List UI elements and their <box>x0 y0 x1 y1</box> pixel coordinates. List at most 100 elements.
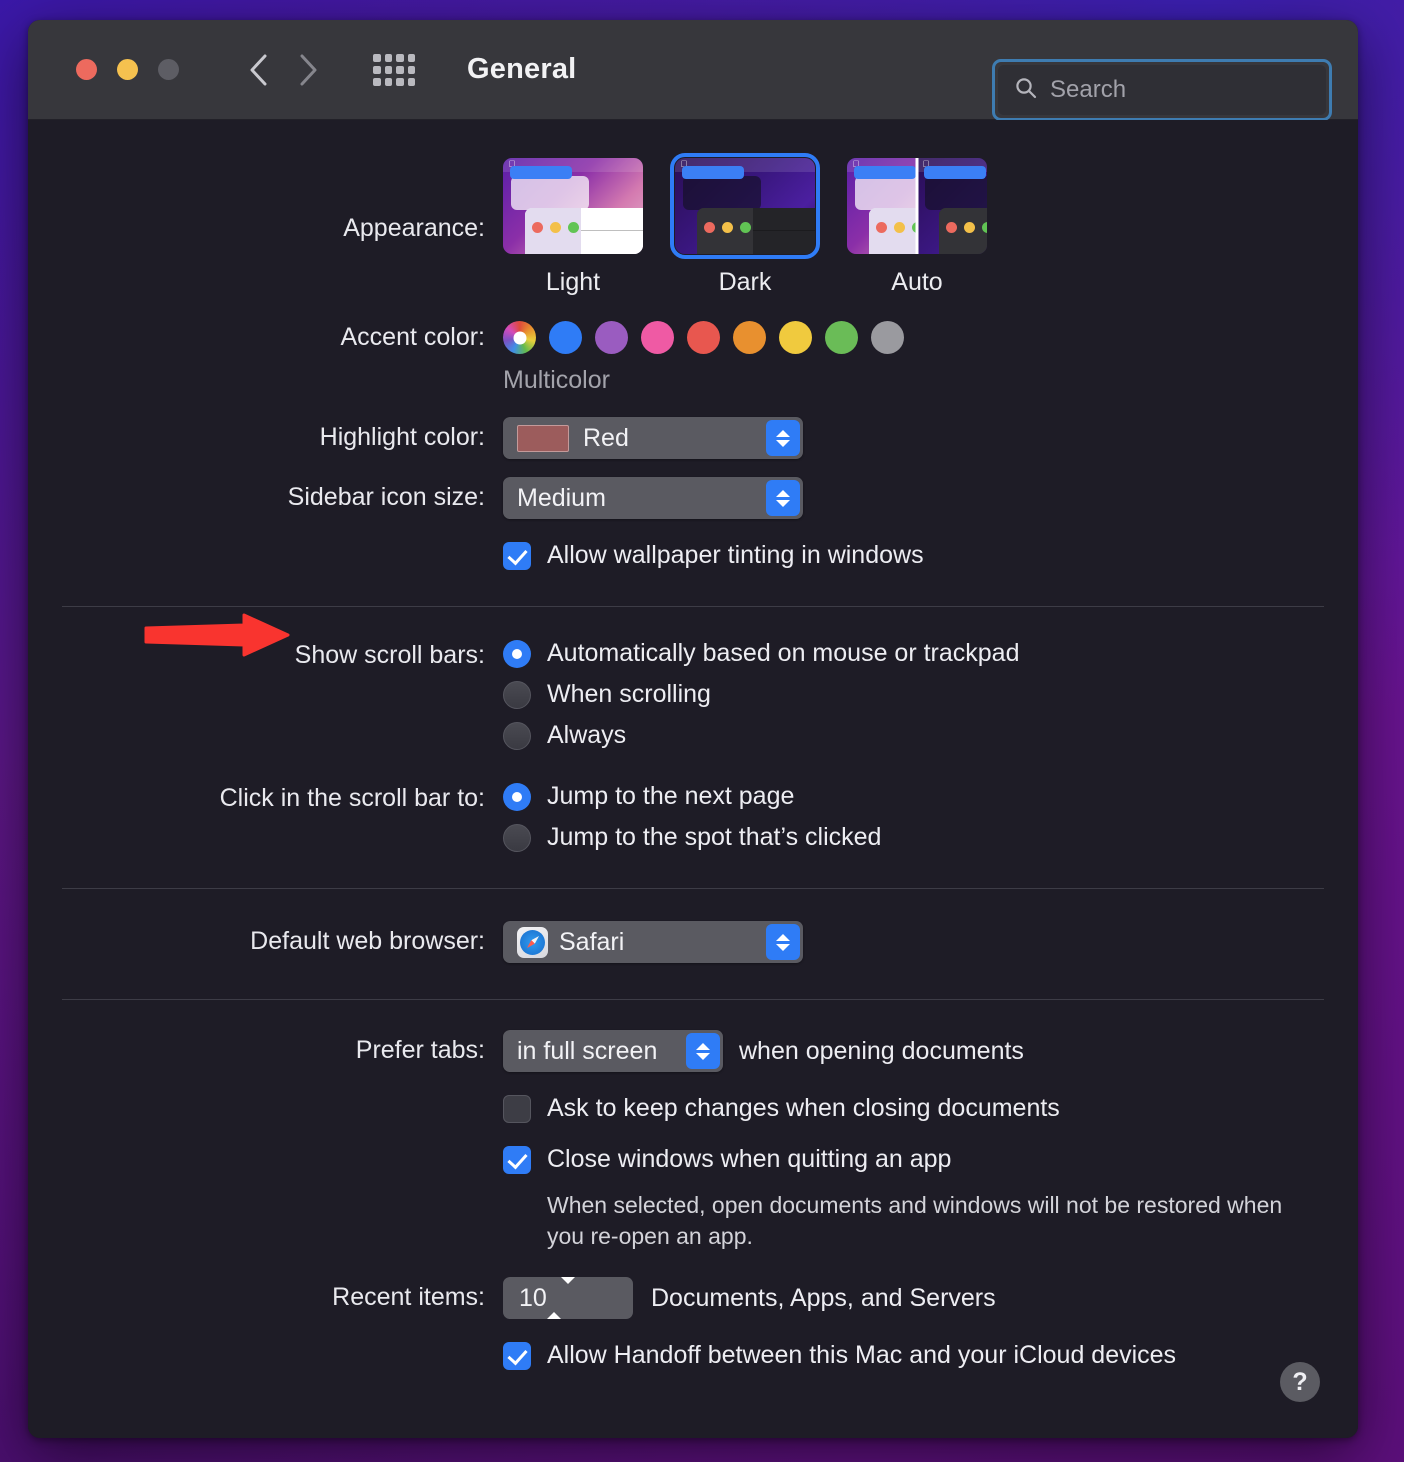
accent-swatch-green[interactable] <box>825 321 858 354</box>
handoff-checkbox[interactable] <box>503 1341 531 1370</box>
search-placeholder: Search <box>1050 76 1127 103</box>
page-title: General <box>467 53 577 85</box>
scroll-bars-option-always[interactable]: Always <box>503 721 1358 750</box>
highlight-color-popup[interactable]: Red <box>503 417 803 459</box>
handoff-row: Allow Handoff between this Mac and your … <box>28 1341 1358 1370</box>
highlight-color-swatch <box>517 424 569 452</box>
search-icon <box>1014 76 1038 105</box>
prefer-tabs-value: in full screen <box>517 1036 658 1065</box>
click-scroll-radio-spot-clicked[interactable] <box>503 823 531 852</box>
click-scroll-bar-row: Click in the scroll bar to: Jump to the … <box>28 782 1358 852</box>
accent-color-swatches <box>503 321 1358 354</box>
wallpaper-tinting-option[interactable]: Allow wallpaper tinting in windows <box>503 541 1358 570</box>
appearance-option-dark[interactable]:  Dark <box>670 153 820 297</box>
close-windows-label: Close windows when quitting an app <box>547 1145 952 1173</box>
appearance-label-dark: Dark <box>718 268 772 296</box>
sidebar-icon-size-popup[interactable]: Medium <box>503 477 803 519</box>
accent-swatch-yellow[interactable] <box>779 321 812 354</box>
search-field[interactable]: Search <box>992 59 1332 121</box>
default-browser-label: Default web browser: <box>250 927 485 955</box>
click-scroll-option-spot-clicked[interactable]: Jump to the spot that’s clicked <box>503 823 1358 852</box>
close-windows-description: When selected, open documents and window… <box>547 1192 1283 1249</box>
chevron-updown-icon[interactable] <box>546 1276 575 1319</box>
prefer-tabs-row: Prefer tabs: in full screen when opening… <box>28 1030 1358 1072</box>
prefer-tabs-popup[interactable]: in full screen <box>503 1030 723 1072</box>
help-button[interactable]: ? <box>1280 1362 1320 1402</box>
section-divider-2 <box>62 888 1324 889</box>
scroll-bars-option-when-scrolling[interactable]: When scrolling <box>503 680 1358 709</box>
chevron-updown-icon[interactable] <box>686 1033 720 1069</box>
close-windows-row: Close windows when quitting an app When … <box>28 1145 1358 1251</box>
appearance-options:  Light <box>503 153 1358 297</box>
recent-items-value: 10 <box>519 1283 547 1312</box>
ask-keep-changes-row: Ask to keep changes when closing documen… <box>28 1094 1358 1123</box>
scroll-bars-label-automatic: Automatically based on mouse or trackpad <box>547 639 1020 667</box>
zoom-button[interactable] <box>158 59 179 80</box>
sidebar-icon-size-row: Sidebar icon size: Medium <box>28 477 1358 519</box>
close-windows-checkbox[interactable] <box>503 1145 531 1174</box>
highlight-color-row: Highlight color: Red <box>28 417 1358 459</box>
highlight-color-label: Highlight color: <box>319 423 485 451</box>
section-divider-3 <box>62 999 1324 1000</box>
back-chevron-icon[interactable] <box>241 53 275 87</box>
appearance-label: Appearance: <box>343 214 485 242</box>
appearance-label-light: Light <box>545 268 601 296</box>
click-scroll-bar-label: Click in the scroll bar to: <box>219 784 485 812</box>
recent-items-label: Recent items: <box>332 1283 485 1312</box>
accent-swatch-orange[interactable] <box>733 321 766 354</box>
recent-items-row: Recent items: 10 Documents, Apps, and Se… <box>28 1276 1358 1320</box>
wallpaper-tinting-row: Allow wallpaper tinting in windows <box>28 541 1358 570</box>
click-scroll-label-spot-clicked: Jump to the spot that’s clicked <box>547 823 882 851</box>
scroll-bars-radio-always[interactable] <box>503 721 531 750</box>
wallpaper-tinting-checkbox[interactable] <box>503 541 531 570</box>
click-scroll-radio-next-page[interactable] <box>503 782 531 811</box>
general-preferences-content: Appearance:  <box>28 120 1358 1438</box>
recent-items-suffix: Documents, Apps, and Servers <box>651 1283 996 1312</box>
section-divider-1 <box>62 606 1324 607</box>
traffic-light-controls <box>76 59 179 80</box>
default-browser-value: Safari <box>559 927 625 956</box>
default-browser-popup[interactable]: Safari <box>503 921 803 963</box>
scroll-bars-option-automatic[interactable]: Automatically based on mouse or trackpad <box>503 639 1358 668</box>
scroll-bars-radio-automatic[interactable] <box>503 639 531 668</box>
accent-swatch-pink[interactable] <box>641 321 674 354</box>
accent-swatch-purple[interactable] <box>595 321 628 354</box>
handoff-option[interactable]: Allow Handoff between this Mac and your … <box>503 1341 1358 1370</box>
scroll-bars-radio-when-scrolling[interactable] <box>503 680 531 709</box>
default-browser-row: Default web browser: Safari <box>28 921 1358 963</box>
accent-color-caption: Multicolor <box>503 366 610 394</box>
wallpaper-tinting-label: Allow wallpaper tinting in windows <box>547 541 924 569</box>
prefer-tabs-label: Prefer tabs: <box>355 1036 485 1064</box>
sidebar-icon-size-label: Sidebar icon size: <box>287 483 485 511</box>
close-button[interactable] <box>76 59 97 80</box>
chevron-updown-icon[interactable] <box>766 924 800 960</box>
forward-chevron-icon[interactable] <box>291 53 325 87</box>
minimize-button[interactable] <box>117 59 138 80</box>
prefer-tabs-suffix: when opening documents <box>739 1036 1024 1065</box>
accent-swatch-blue[interactable] <box>549 321 582 354</box>
accent-color-row: Accent color: Multicolor <box>28 297 1358 395</box>
ask-keep-changes-label: Ask to keep changes when closing documen… <box>547 1094 1060 1122</box>
handoff-label: Allow Handoff between this Mac and your … <box>547 1341 1177 1370</box>
appearance-label-auto: Auto <box>891 268 943 296</box>
chevron-updown-icon[interactable] <box>766 420 800 456</box>
scroll-bars-label-always: Always <box>547 721 627 749</box>
ask-keep-changes-option[interactable]: Ask to keep changes when closing documen… <box>503 1094 1358 1123</box>
chevron-updown-icon[interactable] <box>766 480 800 516</box>
window-titlebar: General Search <box>28 20 1358 121</box>
click-scroll-label-next-page: Jump to the next page <box>547 782 795 810</box>
system-preferences-window: General Search Appearance: Light Dark Au… <box>28 20 1358 1438</box>
accent-swatch-graphite[interactable] <box>871 321 904 354</box>
click-scroll-option-next-page[interactable]: Jump to the next page <box>503 782 1358 811</box>
close-windows-option[interactable]: Close windows when quitting an app <box>503 1145 1358 1174</box>
appearance-row: Appearance:  <box>28 120 1358 297</box>
safari-icon <box>517 926 548 958</box>
recent-items-stepper[interactable]: 10 <box>503 1276 633 1320</box>
appearance-option-auto[interactable]:   <box>847 158 987 297</box>
accent-swatch-red[interactable] <box>687 321 720 354</box>
show-all-grid-icon[interactable] <box>373 53 415 86</box>
accent-swatch-multicolor[interactable] <box>503 321 536 354</box>
appearance-option-light[interactable]:  Light <box>503 158 643 297</box>
ask-keep-changes-checkbox[interactable] <box>503 1094 531 1123</box>
red-arrow-annotation <box>140 612 292 658</box>
